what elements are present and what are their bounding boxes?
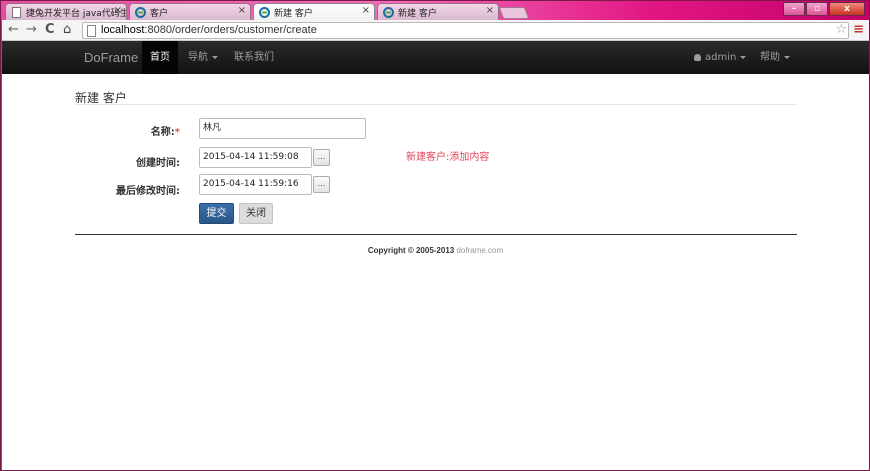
help-label: 帮助	[760, 52, 780, 63]
url-host: localhost	[101, 24, 145, 36]
modified-time-input[interactable]: 2015-04-14 11:59:16	[199, 174, 312, 195]
tab-title: 新建 客户	[274, 9, 313, 19]
bookmark-star-icon[interactable]: ☆	[835, 22, 847, 37]
footer: Copyright © 2005-2013 doframe.com	[2, 246, 869, 255]
tab-2[interactable]: 客户 ×	[129, 3, 251, 20]
site-icon	[135, 7, 146, 18]
caret-down-icon	[740, 55, 747, 59]
modified-date-picker-button[interactable]: ...	[313, 176, 330, 193]
site-navbar: DoFrame 首页 导航 联系我们 admin 帮助	[2, 41, 869, 74]
page-icon	[12, 7, 21, 18]
maximize-button[interactable]: ▫	[806, 2, 828, 16]
web-page: DoFrame 首页 导航 联系我们 admin 帮助 新建 客户 名称:* 林…	[2, 41, 869, 470]
browser-menu-icon[interactable]: ≡	[853, 22, 864, 37]
modified-label: 最后修改时间:	[116, 186, 180, 197]
page-icon	[87, 25, 96, 37]
help-dropdown[interactable]: 帮助	[760, 41, 790, 74]
name-label-text: 名称:	[150, 127, 175, 138]
browser-toolbar: ← → C ⌂ localhost:8080/order/orders/cust…	[2, 20, 869, 41]
window-controls: – ▫ x	[782, 2, 865, 16]
tab-close-icon[interactable]: ×	[362, 5, 370, 16]
forward-icon[interactable]: →	[26, 22, 37, 38]
nav-guide-label: 导航	[188, 52, 208, 63]
copyright-text: Copyright © 2005-2013	[367, 246, 457, 255]
nav-contact[interactable]: 联系我们	[234, 41, 274, 74]
url-path: :8080/order/orders/customer/create	[144, 24, 317, 36]
title-bar: 捷兔开发平台 java代码生 × 客户 × 新建 客户 × 新建 客户 × –	[1, 1, 869, 20]
caret-down-icon	[212, 55, 218, 59]
submit-button[interactable]: 提交	[199, 203, 234, 224]
new-tab-button[interactable]	[498, 7, 530, 19]
nav-home[interactable]: 首页	[142, 41, 178, 74]
footer-link[interactable]: doframe.com	[456, 246, 503, 255]
tab-title: 捷兔开发平台 java代码生	[26, 9, 127, 19]
url-text: localhost:8080/order/orders/customer/cre…	[101, 24, 317, 36]
close-button[interactable]: 关闭	[239, 203, 273, 224]
tab-close-icon[interactable]: ×	[486, 5, 494, 16]
site-icon	[383, 7, 394, 18]
address-bar[interactable]: localhost:8080/order/orders/customer/cre…	[82, 22, 849, 39]
created-time-input[interactable]: 2015-04-14 11:59:08	[199, 147, 312, 168]
close-window-button[interactable]: x	[829, 2, 865, 16]
tab-close-icon[interactable]: ×	[114, 5, 122, 16]
user-dropdown[interactable]: admin	[694, 41, 747, 74]
tab-1[interactable]: 捷兔开发平台 java代码生 ×	[5, 3, 127, 20]
user-name: admin	[705, 52, 737, 63]
required-mark: *	[174, 127, 180, 138]
tab-strip: 捷兔开发平台 java代码生 × 客户 × 新建 客户 × 新建 客户 ×	[5, 3, 530, 20]
caret-down-icon	[784, 55, 790, 59]
brand-link[interactable]: DoFrame	[84, 50, 138, 65]
nav-guide-dropdown[interactable]: 导航	[188, 41, 218, 74]
name-input[interactable]: 林凡	[199, 118, 366, 139]
tab-4[interactable]: 新建 客户 ×	[377, 3, 499, 20]
site-icon	[259, 7, 270, 18]
tab-title: 客户	[150, 9, 169, 19]
tab-3-active[interactable]: 新建 客户 ×	[253, 3, 375, 20]
browser-window: 捷兔开发平台 java代码生 × 客户 × 新建 客户 × 新建 客户 × –	[0, 0, 870, 471]
home-icon[interactable]: ⌂	[63, 22, 71, 38]
minimize-button[interactable]: –	[783, 2, 805, 16]
tab-title: 新建 客户	[398, 9, 437, 19]
footer-divider	[75, 234, 797, 235]
annotation-text: 新建客户:添加内容	[406, 152, 490, 163]
tab-close-icon[interactable]: ×	[238, 5, 246, 16]
title-divider	[75, 104, 797, 105]
name-label: 名称:*	[90, 123, 180, 138]
back-icon[interactable]: ←	[8, 22, 19, 38]
created-date-picker-button[interactable]: ...	[313, 149, 330, 166]
reload-icon[interactable]: C	[45, 22, 55, 38]
user-icon	[694, 54, 701, 61]
created-label: 创建时间:	[136, 158, 180, 169]
